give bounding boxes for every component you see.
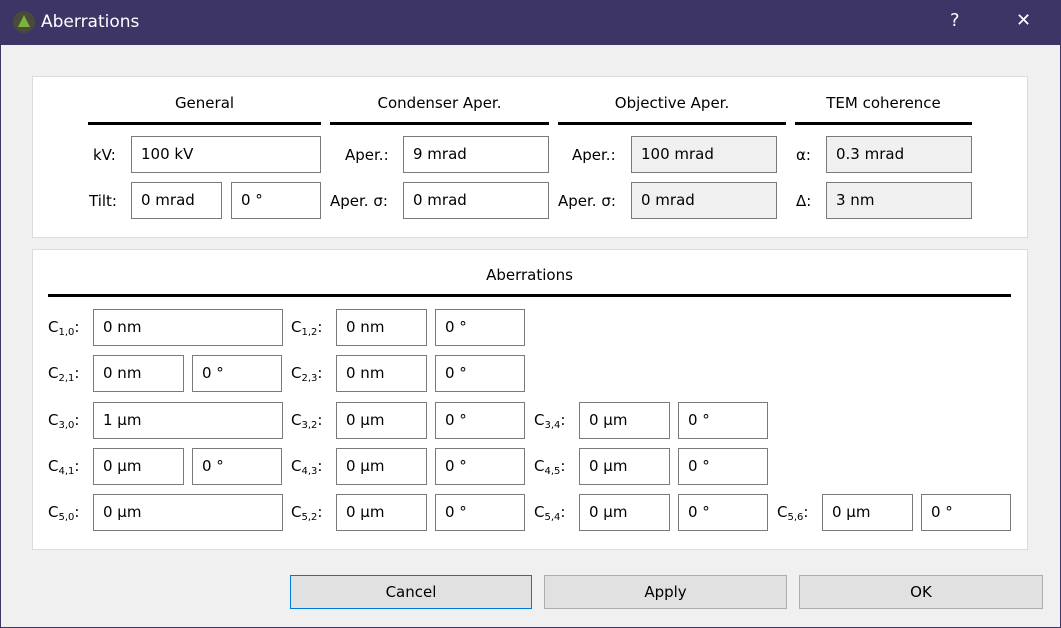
c4-1-value-input[interactable]: 0 µm (93, 448, 184, 485)
c5-4-label: C5,4: (534, 503, 566, 523)
c5-0-label: C5,0: (48, 503, 80, 523)
divider (558, 122, 786, 125)
divider (795, 122, 972, 125)
c4-1-label: C4,1: (48, 457, 80, 477)
c5-6-label: C5,6: (777, 503, 809, 523)
tilt-label: Tilt: (89, 192, 117, 210)
c3-2-value-input[interactable]: 0 µm (336, 402, 427, 439)
condenser-sigma-label: Aper. σ: (330, 192, 388, 210)
tilt-angle-input[interactable]: 0 ° (231, 182, 321, 219)
c5-4-value-input[interactable]: 0 µm (579, 494, 670, 531)
divider (48, 294, 1011, 297)
c1-2-value-input[interactable]: 0 nm (336, 309, 427, 346)
window-title: Aberrations (41, 12, 140, 32)
c2-1-label: C2,1: (48, 364, 80, 384)
c5-6-angle-input[interactable]: 0 ° (921, 494, 1011, 531)
c5-2-angle-input[interactable]: 0 ° (435, 494, 525, 531)
ok-button[interactable]: OK (799, 575, 1043, 609)
c4-5-label: C4,5: (534, 457, 566, 477)
c3-0-value-input[interactable]: 1 µm (93, 402, 283, 439)
c4-3-value-input[interactable]: 0 µm (336, 448, 427, 485)
kv-input[interactable]: 100 kV (131, 136, 321, 173)
aberrations-header: Aberrations (486, 266, 573, 284)
c4-1-angle-input[interactable]: 0 ° (192, 448, 282, 485)
kv-label: kV: (93, 146, 116, 164)
cancel-button[interactable]: Cancel (290, 575, 532, 609)
c5-2-value-input[interactable]: 0 µm (336, 494, 427, 531)
c4-3-angle-input[interactable]: 0 ° (435, 448, 525, 485)
app-icon (13, 11, 35, 33)
general-header: General (174, 94, 235, 112)
c3-0-label: C3,0: (48, 411, 80, 431)
c2-1-value-input[interactable]: 0 nm (93, 355, 184, 392)
c4-3-label: C4,3: (291, 457, 323, 477)
c4-5-angle-input[interactable]: 0 ° (678, 448, 768, 485)
c3-4-value-input[interactable]: 0 µm (579, 402, 670, 439)
objective-header: Objective Aper. (614, 94, 730, 112)
c1-2-label: C1,2: (291, 318, 323, 338)
condenser-aper-input[interactable]: 9 mrad (403, 136, 549, 173)
c5-2-label: C5,2: (291, 503, 323, 523)
condenser-sigma-input[interactable]: 0 mrad (403, 182, 549, 219)
c3-2-label: C3,2: (291, 411, 323, 431)
c5-4-angle-input[interactable]: 0 ° (678, 494, 768, 531)
objective-aper-input[interactable]: 100 mrad (631, 136, 777, 173)
c2-3-angle-input[interactable]: 0 ° (435, 355, 525, 392)
objective-sigma-input[interactable]: 0 mrad (631, 182, 777, 219)
close-button[interactable]: ✕ (1016, 10, 1031, 31)
alpha-label: α: (796, 146, 811, 164)
c3-2-angle-input[interactable]: 0 ° (435, 402, 525, 439)
delta-input[interactable]: 3 nm (826, 182, 972, 219)
c1-2-angle-input[interactable]: 0 ° (435, 309, 525, 346)
c1-0-value-input[interactable]: 0 nm (93, 309, 283, 346)
objective-aper-label: Aper.: (572, 146, 616, 164)
alpha-input[interactable]: 0.3 mrad (826, 136, 972, 173)
condenser-aper-label: Aper.: (345, 146, 389, 164)
title-bar: Aberrations ? ✕ (0, 0, 1061, 45)
c3-4-label: C3,4: (534, 411, 566, 431)
delta-label: Δ: (796, 192, 812, 210)
apply-button[interactable]: Apply (544, 575, 787, 609)
c5-6-value-input[interactable]: 0 µm (822, 494, 913, 531)
condenser-header: Condenser Aper. (377, 94, 502, 112)
c5-0-value-input[interactable]: 0 µm (93, 494, 283, 531)
c1-0-label: C1,0: (48, 318, 80, 338)
c2-1-angle-input[interactable]: 0 ° (192, 355, 282, 392)
c2-3-value-input[interactable]: 0 nm (336, 355, 427, 392)
divider (330, 122, 549, 125)
objective-sigma-label: Aper. σ: (558, 192, 616, 210)
c4-5-value-input[interactable]: 0 µm (579, 448, 670, 485)
coherence-header: TEM coherence (826, 94, 941, 112)
c3-4-angle-input[interactable]: 0 ° (678, 402, 768, 439)
tilt-input[interactable]: 0 mrad (131, 182, 222, 219)
c2-3-label: C2,3: (291, 364, 323, 384)
divider (88, 122, 321, 125)
help-button[interactable]: ? (950, 10, 960, 31)
